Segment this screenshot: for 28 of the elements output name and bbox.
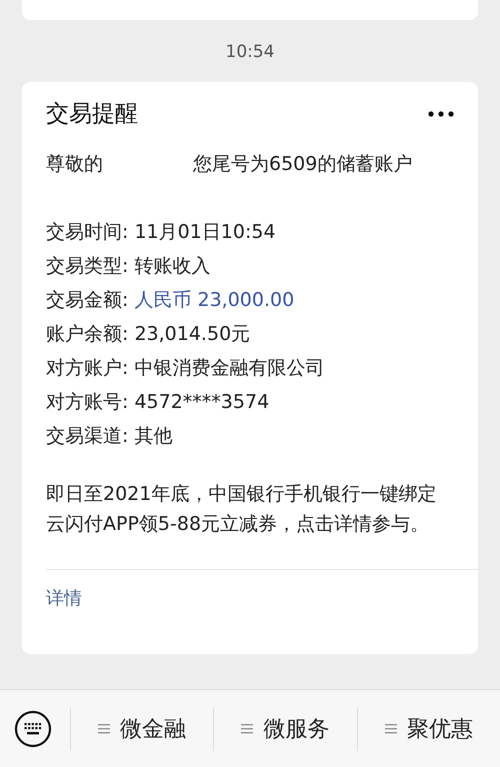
field-label: 交易金额:	[46, 289, 130, 311]
field-value: 其他	[134, 425, 172, 447]
keyboard-icon[interactable]	[14, 710, 52, 748]
field-value: 4572****3574	[134, 391, 270, 413]
greeting-text: 尊敬的	[46, 153, 103, 175]
field-label: 交易渠道:	[46, 425, 130, 447]
field-label: 账户余额:	[46, 323, 130, 345]
field-label: 交易类型:	[46, 255, 130, 277]
details-link[interactable]: 详情	[46, 586, 454, 610]
menu-icon	[98, 724, 110, 734]
field-value: 人民币 23,000.00	[134, 289, 294, 311]
more-icon[interactable]	[428, 110, 454, 116]
field-label: 交易时间:	[46, 221, 130, 243]
menu-button[interactable]: 微服务	[214, 714, 357, 744]
field-value: 11月01日10:54	[134, 221, 276, 243]
greeting-text: 您尾号为6509的储蓄账户	[193, 153, 412, 175]
menu-button[interactable]: 聚优惠	[358, 714, 500, 744]
field-value: 中银消费金融有限公司	[134, 357, 324, 379]
promo-text: 即日至2021年底，中国银行手机银行一键绑定云闪付APP领5-88元立减券，点击详情参与。	[46, 482, 438, 537]
field-label: 对方账户:	[46, 357, 130, 379]
menu-icon	[384, 724, 397, 734]
field-label: 对方账号:	[46, 391, 130, 413]
menu-icon	[241, 724, 254, 734]
field-value: 转账收入	[134, 255, 210, 277]
menu-button[interactable]: 微金融	[71, 714, 214, 744]
field-value: 23,014.50元	[134, 323, 250, 345]
message-time: 10:54	[226, 42, 274, 62]
card-title: 交易提醒	[46, 100, 138, 129]
